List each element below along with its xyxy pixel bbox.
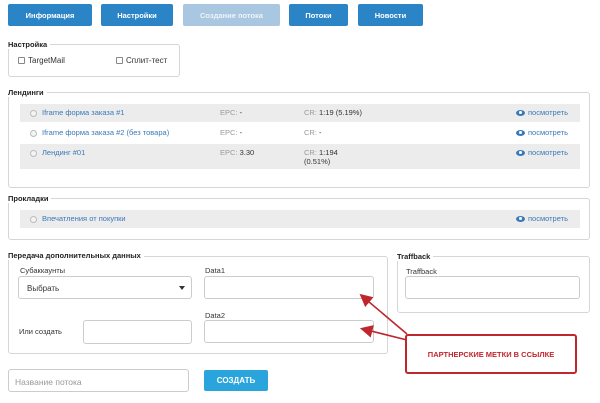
arrow-to-data2 (359, 325, 408, 341)
annotation-callout: ПАРТНЕРСКИЕ МЕТКИ В ССЫЛКЕ (405, 334, 577, 374)
arrow-to-data1 (359, 293, 408, 335)
